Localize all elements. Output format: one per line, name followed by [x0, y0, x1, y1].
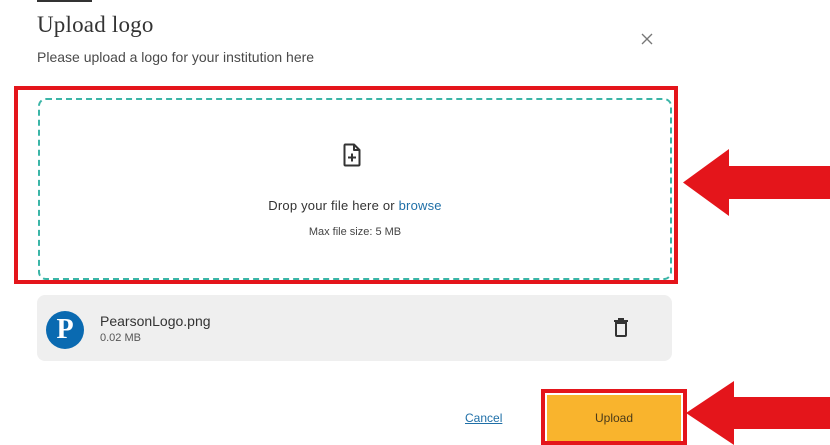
- file-dropzone[interactable]: [38, 98, 672, 280]
- close-button[interactable]: [636, 28, 658, 50]
- top-edge-fragment: [37, 0, 92, 2]
- uploaded-file-item: P PearsonLogo.png 0.02 MB: [37, 295, 672, 361]
- file-name: PearsonLogo.png: [100, 313, 211, 329]
- upload-button[interactable]: Upload: [547, 395, 681, 441]
- pearson-logo-thumbnail: P: [46, 311, 84, 349]
- file-size: 0.02 MB: [100, 332, 141, 344]
- file-add-icon: [343, 143, 361, 167]
- browse-link[interactable]: browse: [399, 198, 442, 213]
- max-file-size-note: Max file size: 5 MB: [308, 226, 402, 238]
- annotation-arrow-upload: [686, 381, 830, 445]
- dialog-title: Upload logo: [37, 12, 154, 37]
- upload-logo-dialog: Upload logo Please upload a logo for you…: [0, 0, 830, 445]
- annotation-arrow-dropzone: [683, 149, 830, 216]
- close-icon: [641, 33, 653, 45]
- dialog-subtitle: Please upload a logo for your institutio…: [37, 49, 315, 65]
- drop-prompt-text: Drop your file here or: [268, 198, 399, 213]
- trash-icon[interactable]: [613, 317, 629, 337]
- pearson-logo-letter: P: [56, 314, 74, 345]
- drop-instructions: Drop your file here or browse: [0, 198, 710, 213]
- cancel-button[interactable]: Cancel: [465, 411, 502, 425]
